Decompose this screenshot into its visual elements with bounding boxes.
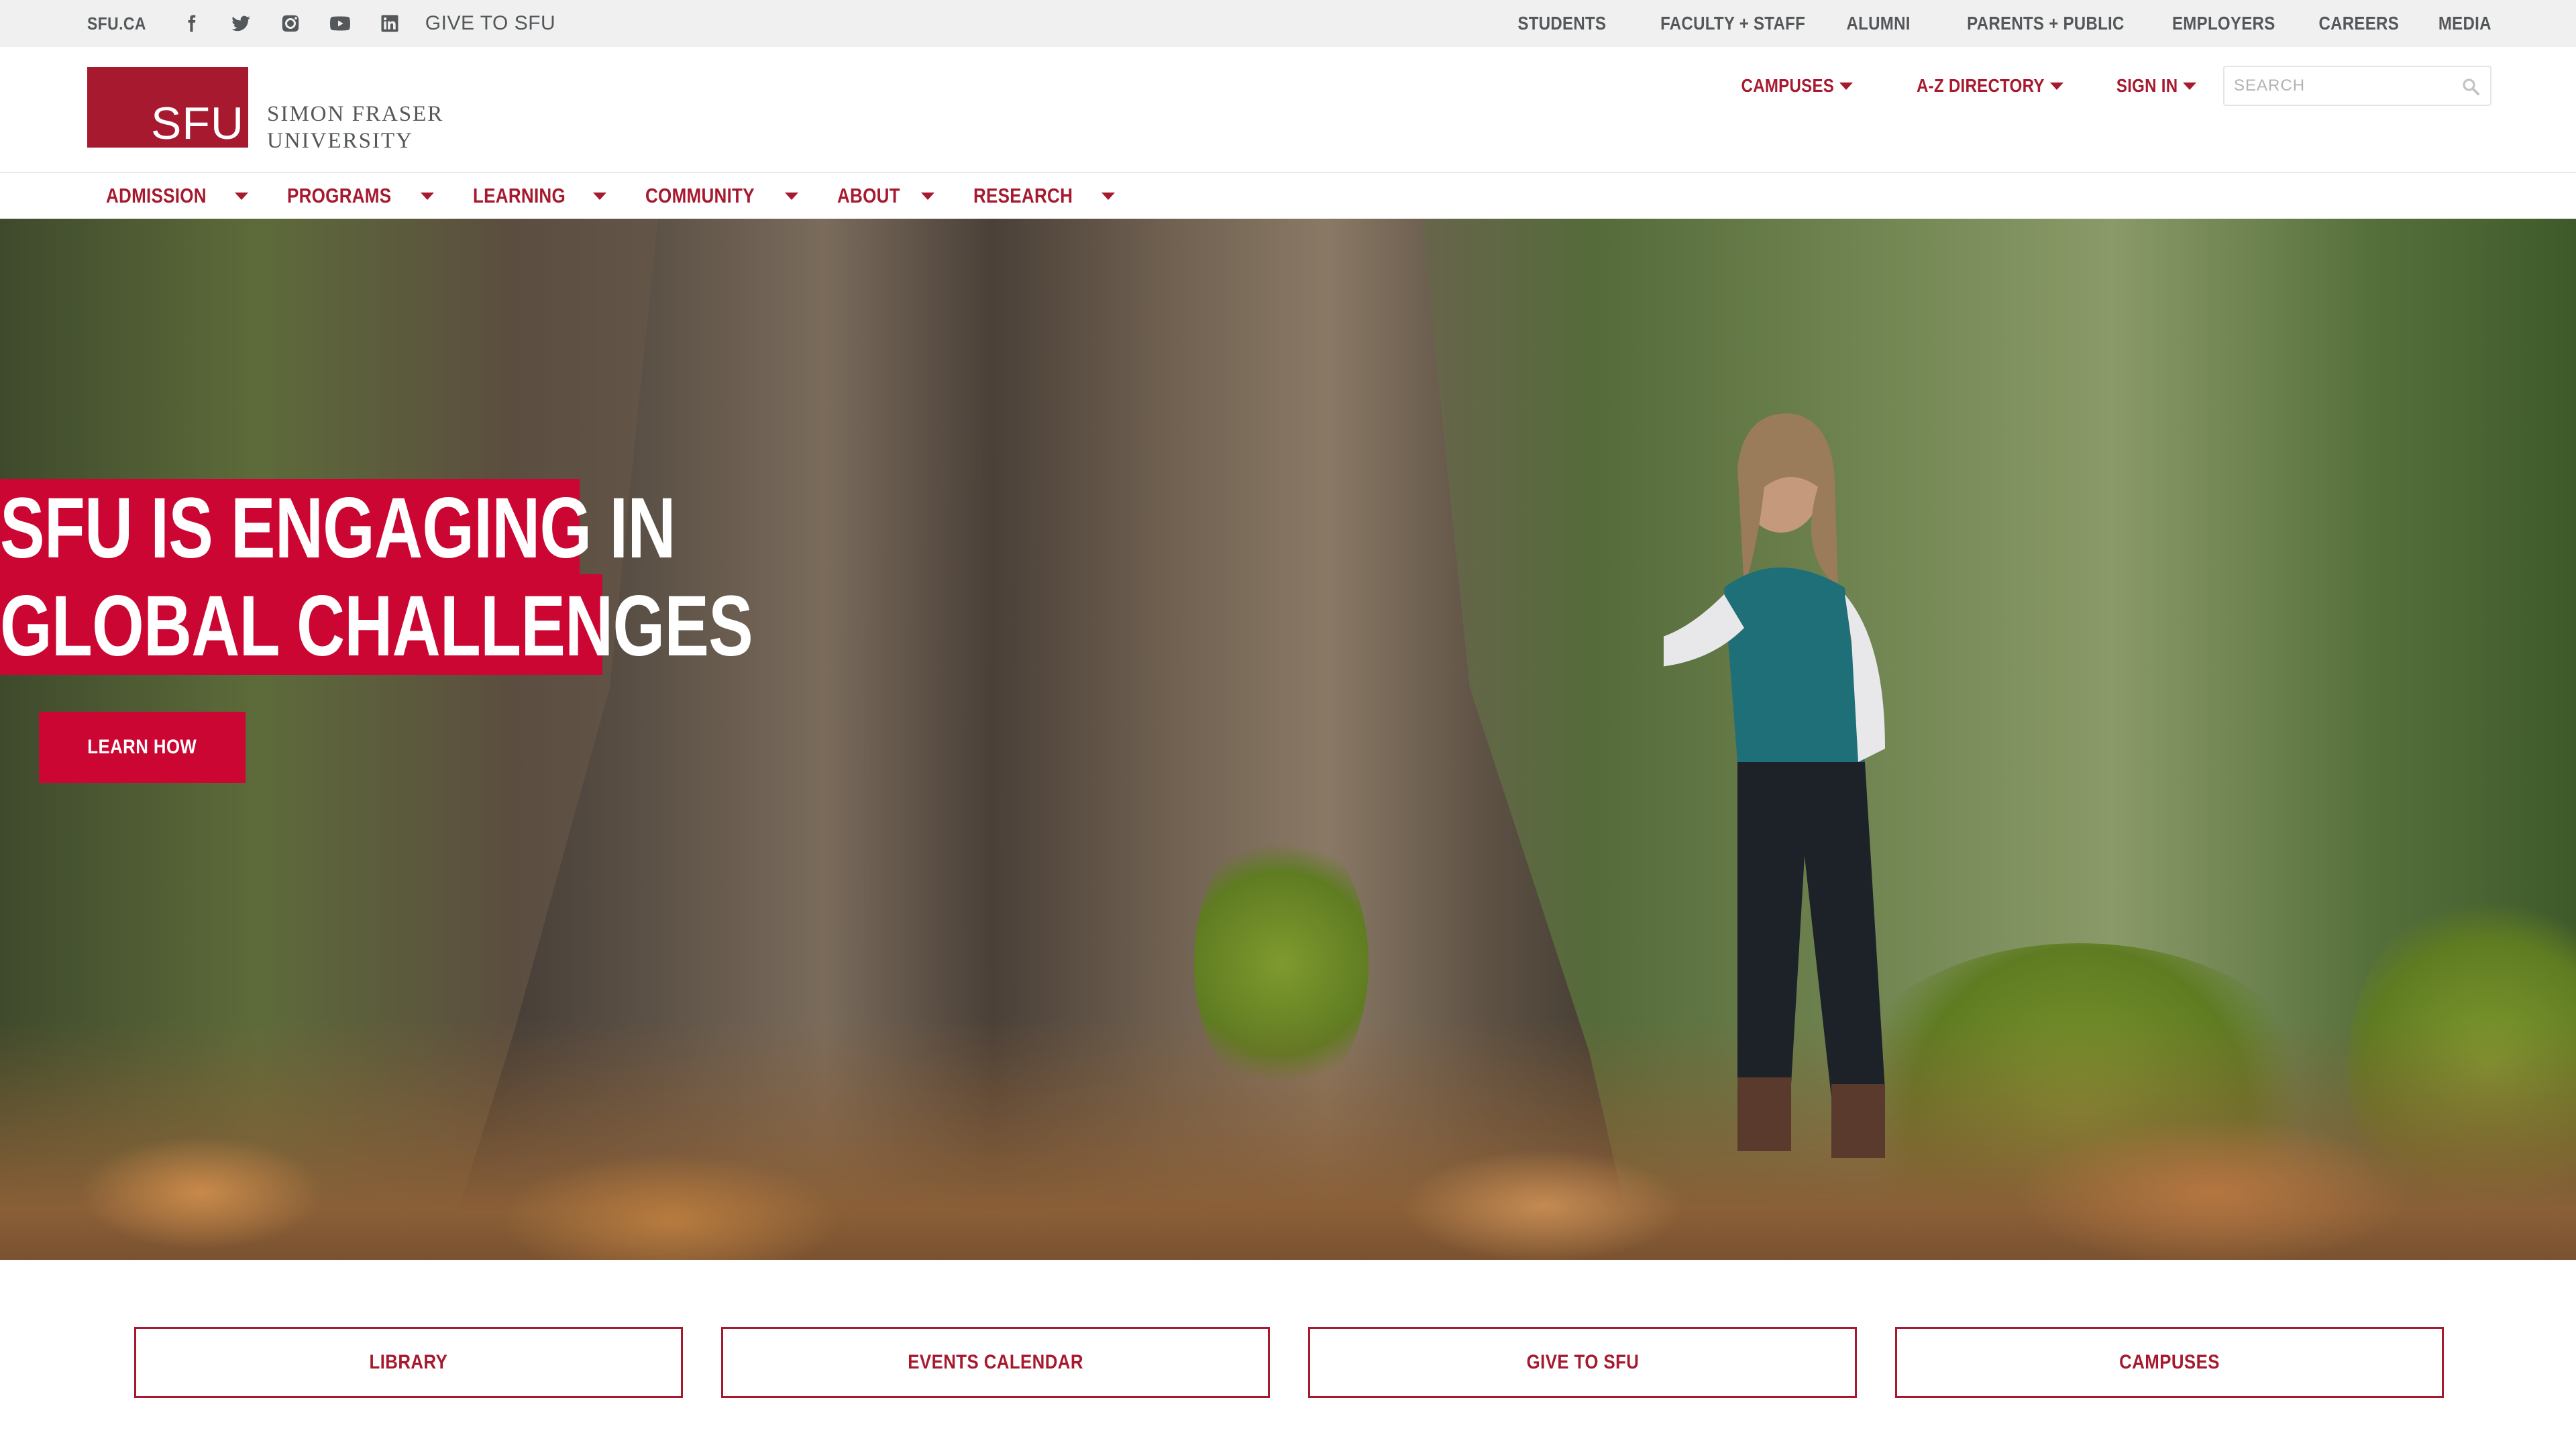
- audience-link-careers[interactable]: CAREERS: [2319, 13, 2400, 34]
- nav-label: ABOUT: [837, 184, 900, 207]
- chevron-down-icon: [784, 192, 798, 200]
- nav-item-admission[interactable]: ADMISSION: [106, 184, 249, 208]
- chevron-down-icon: [1101, 192, 1115, 200]
- logo-mark: SFU: [151, 98, 244, 149]
- search-input[interactable]: [2234, 76, 2455, 95]
- chevron-down-icon: [2049, 82, 2063, 90]
- nav-label: RESEARCH: [973, 184, 1073, 207]
- hero-photo-person: [1664, 413, 1885, 1158]
- logo-name-line2: UNIVERSITY: [267, 129, 413, 153]
- library-button[interactable]: LIBRARY: [134, 1327, 683, 1398]
- twitter-icon[interactable]: [229, 12, 252, 35]
- quick-link-label: CAMPUSES: [2119, 1351, 2220, 1373]
- chevron-down-icon: [421, 192, 435, 200]
- chevron-down-icon: [592, 192, 606, 200]
- chevron-down-icon: [2183, 82, 2196, 90]
- instagram-icon[interactable]: [279, 12, 302, 35]
- learn-how-button[interactable]: LEARN HOW: [39, 712, 246, 783]
- utility-left: SFU.CA GIVE TO SFU: [87, 0, 555, 47]
- campuses-dropdown[interactable]: CAMPUSES: [1726, 75, 1853, 97]
- chevron-down-icon: [235, 192, 249, 200]
- logo-wordmark[interactable]: SIMON FRASER UNIVERSITY: [267, 101, 443, 154]
- nav-label: COMMUNITY: [645, 184, 755, 207]
- sign-in-label: SIGN IN: [2116, 75, 2178, 96]
- site-header: SFU SIMON FRASER UNIVERSITY CAMPUSES A-Z…: [0, 47, 2576, 172]
- quick-links: LIBRARY EVENTS CALENDAR GIVE TO SFU CAMP…: [0, 1260, 2576, 1449]
- search-icon[interactable]: [2461, 76, 2481, 97]
- nav-item-about[interactable]: ABOUT: [837, 184, 935, 208]
- events-calendar-button[interactable]: EVENTS CALENDAR: [721, 1327, 1270, 1398]
- audience-link-alumni[interactable]: ALUMNI: [1847, 13, 1911, 34]
- sfu-ca-link[interactable]: SFU.CA: [87, 13, 146, 34]
- give-to-sfu-link[interactable]: GIVE TO SFU: [425, 12, 555, 35]
- hero-title-line-2: GLOBAL CHALLENGES: [0, 574, 753, 675]
- hero-title-text: GLOBAL CHALLENGES: [0, 578, 753, 674]
- facebook-icon[interactable]: [180, 12, 203, 35]
- audience-link-faculty-staff[interactable]: FACULTY + STAFF: [1660, 13, 1805, 34]
- nav-label: PROGRAMS: [287, 184, 392, 207]
- hero-title-line-1: SFU IS ENGAGING IN: [0, 479, 676, 580]
- nav-label: ADMISSION: [106, 184, 207, 207]
- quick-link-label: LIBRARY: [369, 1351, 448, 1373]
- audience-links: STUDENTS FACULTY + STAFF ALUMNI PARENTS …: [1503, 0, 2491, 47]
- nav-item-programs[interactable]: PROGRAMS: [287, 184, 435, 208]
- audience-link-students[interactable]: STUDENTS: [1518, 13, 1607, 34]
- main-nav: ADMISSION PROGRAMS LEARNING COMMUNITY AB…: [0, 172, 2576, 219]
- audience-link-media[interactable]: MEDIA: [2438, 13, 2491, 34]
- az-directory-dropdown[interactable]: A-Z DIRECTORY: [1896, 75, 2063, 97]
- nav-item-research[interactable]: RESEARCH: [973, 184, 1115, 208]
- nav-item-learning[interactable]: LEARNING: [473, 184, 606, 208]
- header-links: CAMPUSES A-Z DIRECTORY SIGN IN: [1726, 66, 2491, 106]
- quick-link-label: EVENTS CALENDAR: [908, 1351, 1083, 1373]
- audience-link-parents-public[interactable]: PARENTS + PUBLIC: [1967, 13, 2124, 34]
- logo-name-line1: SIMON FRASER: [267, 102, 444, 126]
- az-directory-label: A-Z DIRECTORY: [1917, 75, 2045, 96]
- chevron-down-icon: [1839, 82, 1853, 90]
- learn-how-label: LEARN HOW: [87, 736, 197, 758]
- chevron-down-icon: [921, 192, 935, 200]
- quick-link-label: GIVE TO SFU: [1526, 1351, 1639, 1373]
- campuses-button[interactable]: CAMPUSES: [1895, 1327, 2444, 1398]
- linkedin-icon[interactable]: [378, 12, 401, 35]
- search-box: [2223, 66, 2491, 106]
- campuses-label: CAMPUSES: [1741, 75, 1834, 96]
- nav-item-community[interactable]: COMMUNITY: [645, 184, 798, 208]
- hero-photo-leaves: [0, 1018, 2576, 1260]
- audience-link-employers[interactable]: EMPLOYERS: [2172, 13, 2275, 34]
- hero-banner: SFU IS ENGAGING IN GLOBAL CHALLENGES LEA…: [0, 219, 2576, 1260]
- utility-bar: SFU.CA GIVE TO SFU STUDENTS FACULTY + ST…: [0, 0, 2576, 47]
- youtube-icon[interactable]: [329, 12, 352, 35]
- hero-title-text: SFU IS ENGAGING IN: [0, 480, 676, 576]
- sfu-logo[interactable]: SFU: [87, 67, 248, 148]
- sign-in-dropdown[interactable]: SIGN IN: [2106, 75, 2196, 97]
- nav-label: LEARNING: [473, 184, 566, 207]
- give-to-sfu-button[interactable]: GIVE TO SFU: [1308, 1327, 1857, 1398]
